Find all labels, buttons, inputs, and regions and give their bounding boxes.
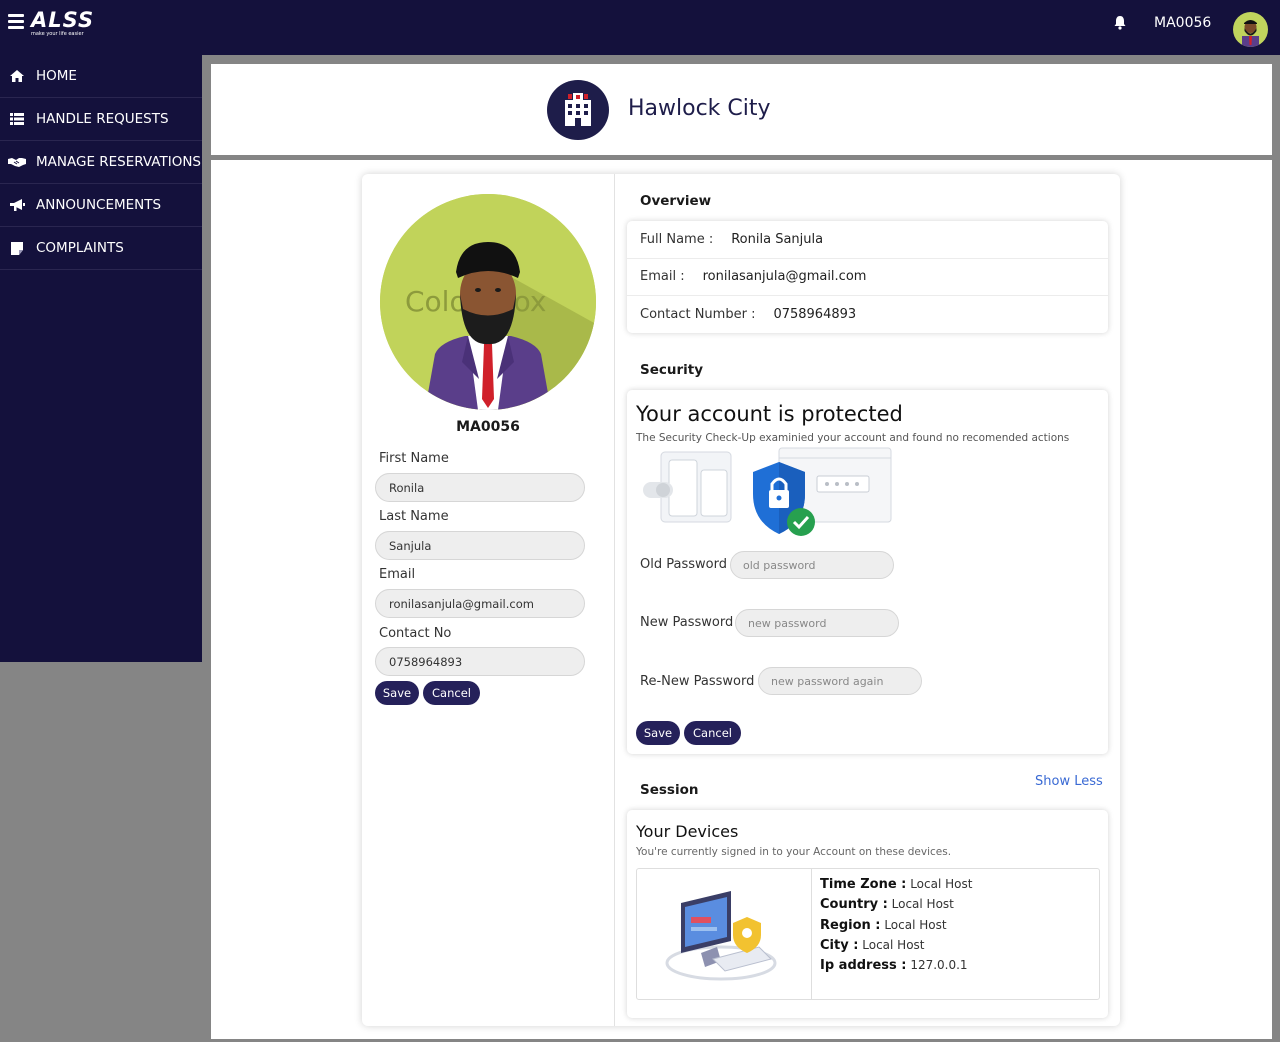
timezone-value: Local Host xyxy=(910,877,973,891)
building-icon xyxy=(565,93,591,126)
last-name-label: Last Name xyxy=(379,509,449,524)
hamburger-menu-icon[interactable] xyxy=(8,14,24,29)
first-name-field[interactable]: Ronila xyxy=(375,473,585,502)
timezone-key: Time Zone : xyxy=(820,877,907,892)
user-code[interactable]: MA0056 xyxy=(1154,15,1211,31)
profile-cancel-button[interactable]: Cancel xyxy=(423,681,480,705)
security-illustration xyxy=(643,447,892,536)
profile-card: Colourbox MA0056 First Name Ronila Last … xyxy=(362,174,1120,1026)
city-header: Hawlock City xyxy=(211,64,1272,155)
region-value: Local Host xyxy=(884,917,947,932)
megaphone-icon xyxy=(8,197,26,213)
email-value: ronilasanjula@gmail.com xyxy=(702,269,867,285)
contact-value: 0758964893 xyxy=(773,307,857,323)
list-icon xyxy=(8,111,26,127)
main-content: Colourbox MA0056 First Name Ronila Last … xyxy=(211,160,1272,1039)
contact-label: Contact No xyxy=(379,626,452,641)
sidebar-item-label: HOME xyxy=(36,68,77,84)
overview-title: Overview xyxy=(640,193,712,209)
new-password-label: New Password xyxy=(640,615,734,630)
full-name-key: Full Name : xyxy=(640,231,714,247)
app-logo[interactable]: ALSS make your life easier xyxy=(31,9,94,37)
sidebar-item-announcements[interactable]: ANNOUNCEMENTS xyxy=(0,184,202,227)
email-key: Email : xyxy=(640,269,685,285)
email-field[interactable]: ronilasanjula@gmail.com xyxy=(375,589,585,618)
sidebar-item-complaints[interactable]: COMPLAINTS xyxy=(0,227,202,270)
sidebar-item-handle-requests[interactable]: HANDLE REQUESTS xyxy=(0,98,202,141)
city-name: Hawlock City xyxy=(628,96,771,121)
profile-save-button[interactable]: Save xyxy=(375,681,419,705)
sidebar-item-manage-reservations[interactable]: MANAGE RESERVATIONS xyxy=(0,141,202,184)
device-divider xyxy=(811,869,812,999)
sidebar-item-label: MANAGE RESERVATIONS xyxy=(36,154,201,170)
contact-field[interactable]: 0758964893 xyxy=(375,647,585,676)
devices-subheading: You're currently signed in to your Accou… xyxy=(636,846,952,858)
ip-key: Ip address : xyxy=(820,958,907,974)
logo-text: ALSS xyxy=(31,8,95,32)
full-name-value: Ronila Sanjula xyxy=(731,231,824,247)
overview-row: Contact Number : 0758964893 xyxy=(627,296,1108,334)
session-title: Session xyxy=(640,782,699,798)
sidebar-item-label: ANNOUNCEMENTS xyxy=(36,197,162,213)
ip-value: 127.0.0.1 xyxy=(910,958,968,973)
overview-row: Email : ronilasanjula@gmail.com xyxy=(627,259,1108,296)
bell-icon[interactable] xyxy=(1113,15,1127,30)
device-entry: Time Zone : Local Host Country : Local H… xyxy=(636,868,1100,1000)
security-subheading: The Security Check-Up examinied your acc… xyxy=(636,432,1070,444)
sidebar-item-label: HANDLE REQUESTS xyxy=(36,111,169,127)
computer-security-icon xyxy=(665,891,777,981)
overview-row: Full Name : Ronila Sanjula xyxy=(627,221,1108,259)
security-card: Your account is protected The Security C… xyxy=(627,390,1108,754)
devices-heading: Your Devices xyxy=(636,822,739,841)
old-password-input[interactable]: old password xyxy=(730,551,894,579)
contact-key: Contact Number : xyxy=(640,307,756,323)
handshake-icon xyxy=(8,154,26,170)
show-less-link[interactable]: Show Less xyxy=(1035,774,1103,789)
last-name-field[interactable]: Sanjula xyxy=(375,531,585,560)
device-details: Time Zone : Local Host Country : Local H… xyxy=(820,877,972,978)
city-key: City : xyxy=(820,937,859,953)
country-value: Local Host xyxy=(891,897,954,912)
home-icon xyxy=(8,68,26,84)
avatar[interactable] xyxy=(1233,12,1268,47)
profile-avatar: Colourbox xyxy=(380,194,596,410)
renew-password-input[interactable]: new password again xyxy=(758,667,922,695)
security-title: Security xyxy=(640,362,704,378)
first-name-label: First Name xyxy=(379,451,449,466)
country-key: Country : xyxy=(820,897,888,913)
devices-card: Your Devices You're currently signed in … xyxy=(627,810,1108,1018)
sidebar-item-home[interactable]: HOME xyxy=(0,55,202,98)
password-cancel-button[interactable]: Cancel xyxy=(684,721,741,745)
region-key: Region : xyxy=(820,917,881,933)
new-password-input[interactable]: new password xyxy=(735,609,899,637)
column-divider xyxy=(614,174,615,1026)
password-save-button[interactable]: Save xyxy=(636,721,680,745)
overview-card: Full Name : Ronila Sanjula Email : ronil… xyxy=(627,221,1108,333)
email-label: Email xyxy=(379,567,416,582)
renew-password-label: Re-New Password xyxy=(640,674,755,689)
city-value: Local Host xyxy=(862,937,925,952)
note-icon xyxy=(8,240,26,256)
sidebar: HOME HANDLE REQUESTS MANAGE RESERVATIONS… xyxy=(0,55,202,662)
security-heading: Your account is protected xyxy=(636,402,903,426)
old-password-label: Old Password xyxy=(640,557,727,572)
profile-code: MA0056 xyxy=(456,419,520,435)
sidebar-item-label: COMPLAINTS xyxy=(36,240,124,256)
city-logo xyxy=(547,80,609,140)
top-bar: ALSS make your life easier MA0056 xyxy=(0,0,1280,55)
